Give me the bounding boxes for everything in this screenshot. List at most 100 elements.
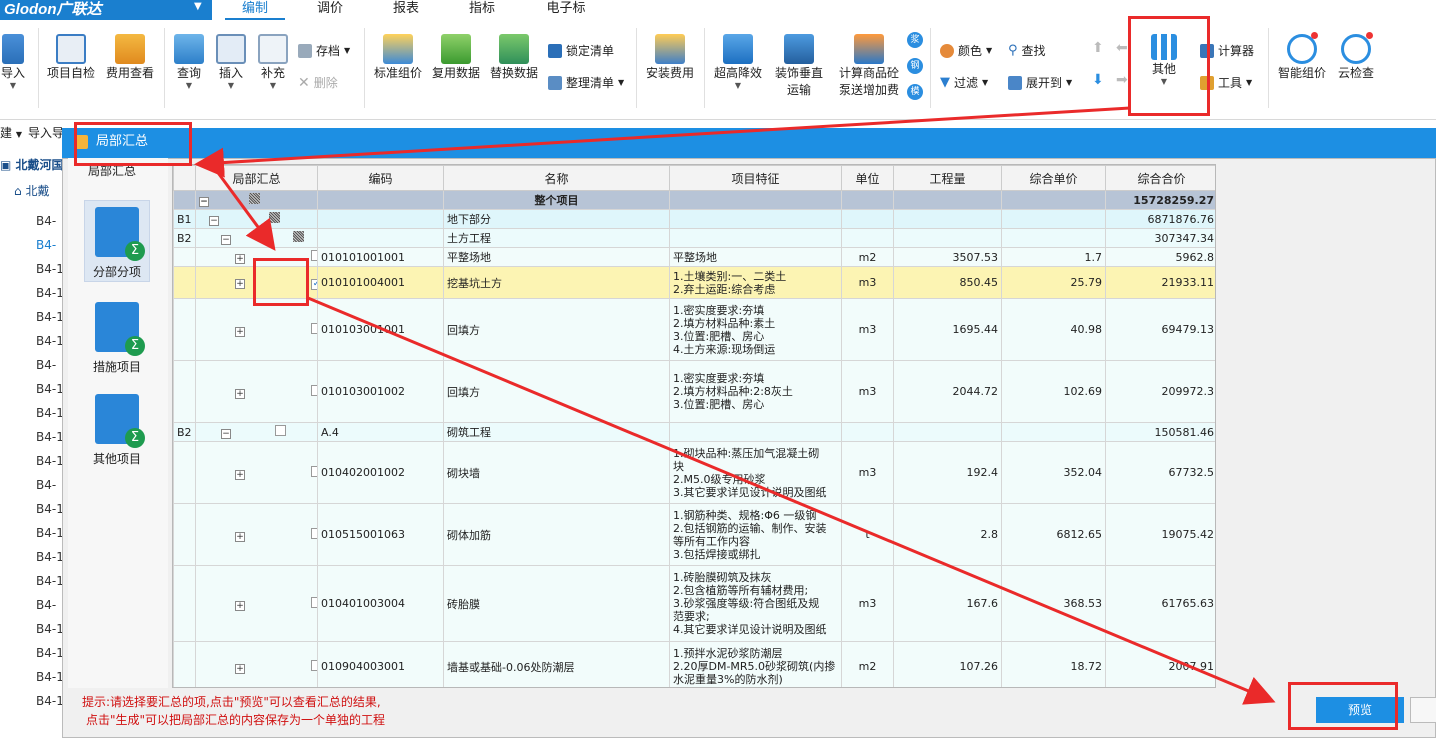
summary-checkbox[interactable]: ✓ (311, 278, 317, 290)
tree-item[interactable]: B4-1 (36, 502, 64, 516)
high-rise-button[interactable]: 超高降效 ▼ (712, 34, 764, 90)
move-down-icon[interactable]: ⬇ (1092, 72, 1104, 88)
smart-price-button[interactable]: 智能组价 (1276, 34, 1328, 81)
tree-item[interactable]: B4-1 (36, 694, 64, 708)
new-menu[interactable]: 建 ▼ (0, 124, 22, 141)
import-button[interactable]: 导入 ▼ (0, 34, 26, 90)
tree-item[interactable]: B4-1 (36, 430, 64, 444)
tree-item[interactable]: B4-1 (36, 262, 64, 276)
tree-item[interactable]: B4- (36, 358, 56, 372)
tree-item[interactable]: B4- (36, 214, 56, 228)
vertical-transport-button[interactable]: 装饰垂直 运输 (772, 34, 826, 98)
table-row[interactable]: +010904003001 墙基或基础-0.06处防潮层 1.预拌水泥砂浆防潮层 2.… (173, 641, 1215, 687)
expand-icon[interactable]: + (235, 531, 245, 542)
tree-node[interactable]: ⌂ 北戴 (14, 182, 49, 199)
organize-list-button[interactable]: 整理清单 ▼ (548, 74, 624, 91)
expand-icon[interactable]: + (235, 663, 245, 674)
header-name[interactable]: 名称 (443, 165, 670, 191)
summary-checkbox[interactable] (311, 527, 317, 539)
tree-item[interactable]: B4-1 (36, 286, 64, 300)
header-unit[interactable]: 单位 (841, 165, 894, 191)
import-export-menu[interactable]: 导入导 (28, 124, 64, 141)
move-left-icon[interactable]: ⬅ (1116, 40, 1128, 56)
header-code[interactable]: 编码 (317, 165, 444, 191)
install-fee-button[interactable]: 安装费用 (644, 34, 696, 81)
table-row-section[interactable]: B2 − 土方工程 307347.34 (173, 228, 1215, 248)
table-row[interactable]: + ✓010101004001挖基坑土方1.土壤类别:一、二类土2.弃土运距:综合… (173, 266, 1215, 299)
checkbox-cell[interactable]: − (195, 190, 318, 210)
summary-checkbox[interactable] (311, 465, 317, 477)
tree-item[interactable]: B4-1 (36, 526, 64, 540)
side-item-subdivision[interactable]: Σ 分部分项 (84, 200, 150, 282)
checkbox-cell[interactable]: + (195, 565, 318, 642)
collapse-icon[interactable]: − (221, 429, 231, 439)
summary-checkbox[interactable] (275, 425, 286, 436)
cloud-check-button[interactable]: 云检查 (1334, 34, 1378, 81)
tab-adjust-price[interactable]: 调价 (300, 0, 360, 20)
checkbox-cell[interactable]: + (195, 298, 318, 361)
collapse-icon[interactable]: − (199, 197, 209, 207)
filter-button[interactable]: ▼ 过滤 ▼ (940, 74, 988, 91)
move-up-icon[interactable]: ⬆ (1092, 40, 1104, 56)
tab-report[interactable]: 报表 (376, 0, 436, 20)
table-row[interactable]: +010103001001 回填方 1.密实度要求:夯填 2.填方材料品种:素土 3.位… (173, 298, 1215, 361)
summary-checkbox[interactable] (311, 659, 317, 671)
header-quantity[interactable]: 工程量 (893, 165, 1002, 191)
header-total[interactable]: 综合合价 (1105, 165, 1215, 191)
tree-item[interactable]: B4-1 (36, 382, 64, 396)
mortar-button[interactable]: 浆 (907, 32, 923, 48)
chevron-down-icon[interactable]: ▼ (194, 1, 202, 12)
header-feature[interactable]: 项目特征 (669, 165, 842, 191)
supplement-button[interactable]: 补充 ▼ (256, 34, 290, 90)
lock-list-button[interactable]: 锁定清单 (548, 42, 614, 59)
tree-item[interactable]: B4- (36, 238, 56, 252)
table-row[interactable]: +010402001002 砌块墙 1.砌块品种:蒸压加气混凝土砌块 2.M5.0级专… (173, 441, 1215, 504)
tree-item[interactable]: B4-1 (36, 454, 64, 468)
expand-to-button[interactable]: 展开到 ▼ (1008, 74, 1072, 91)
insert-button[interactable]: 插入 ▼ (214, 34, 248, 90)
tree-item[interactable]: B4-1 (36, 574, 64, 588)
partial-checkbox[interactable] (293, 231, 304, 242)
delete-button[interactable]: ✕ 删除 (298, 74, 338, 91)
move-right-icon[interactable]: ➡ (1116, 72, 1128, 88)
table-row[interactable]: B2 − A.4 砌筑工程 150581.46 (173, 422, 1215, 442)
checkbox-cell[interactable]: − (195, 422, 318, 442)
tree-item[interactable]: B4-1 (36, 670, 64, 684)
tab-e-bid[interactable]: 电子标 (530, 0, 602, 20)
expand-icon[interactable]: + (235, 254, 245, 264)
side-item-measures[interactable]: Σ 措施项目 (84, 302, 150, 375)
color-button[interactable]: 颜色 ▼ (940, 42, 992, 59)
concrete-pump-button[interactable]: 计算商品砼 泵送增加费 (836, 34, 902, 98)
header-unit-price[interactable]: 综合单价 (1001, 165, 1106, 191)
expand-icon[interactable]: + (235, 278, 245, 289)
query-button[interactable]: 查询 ▼ (172, 34, 206, 90)
self-check-button[interactable]: 项目自检 (46, 34, 96, 81)
table-row-total[interactable]: − 整个项目 15728259.27 (173, 190, 1215, 210)
tree-root[interactable]: ▣ 北戴河国 (0, 156, 64, 173)
reuse-data-button[interactable]: 复用数据 (430, 34, 482, 81)
tab-edit[interactable]: 编制 (225, 0, 285, 20)
summary-checkbox[interactable] (311, 322, 317, 334)
steel-button[interactable]: 钢 (907, 58, 923, 74)
header-partial-summary[interactable]: 局部汇总 (195, 165, 318, 191)
summary-checkbox[interactable] (311, 596, 317, 608)
replace-data-button[interactable]: 替换数据 (488, 34, 540, 81)
checkbox-cell[interactable]: − (195, 228, 318, 248)
table-row[interactable]: +010401003004 砖胎膜 1.砖胎膜砌筑及抹灰 2.包含植筋等所有辅材费用;… (173, 565, 1215, 642)
side-item-other[interactable]: Σ 其他项目 (84, 394, 150, 467)
collapse-icon[interactable]: − (209, 216, 219, 226)
checkbox-cell[interactable]: − (195, 209, 318, 229)
generate-button[interactable] (1410, 697, 1436, 723)
find-button[interactable]: ⚲ 查找 (1008, 42, 1046, 59)
tree-item[interactable]: B4-1 (36, 310, 64, 324)
summary-checkbox[interactable] (311, 384, 317, 396)
checkbox-cell[interactable]: + (195, 441, 318, 504)
expand-icon[interactable]: + (235, 326, 245, 337)
expand-icon[interactable]: + (235, 388, 245, 399)
tab-index[interactable]: 指标 (452, 0, 512, 20)
checkbox-cell[interactable]: + (195, 641, 318, 687)
tree-item[interactable]: B4- (36, 598, 56, 612)
table-row[interactable]: +010103001002 回填方 1.密实度要求:夯填 2.填方材料品种:2:8灰土… (173, 360, 1215, 423)
expand-icon[interactable]: + (235, 469, 245, 480)
tree-item[interactable]: B4-1 (36, 334, 64, 348)
